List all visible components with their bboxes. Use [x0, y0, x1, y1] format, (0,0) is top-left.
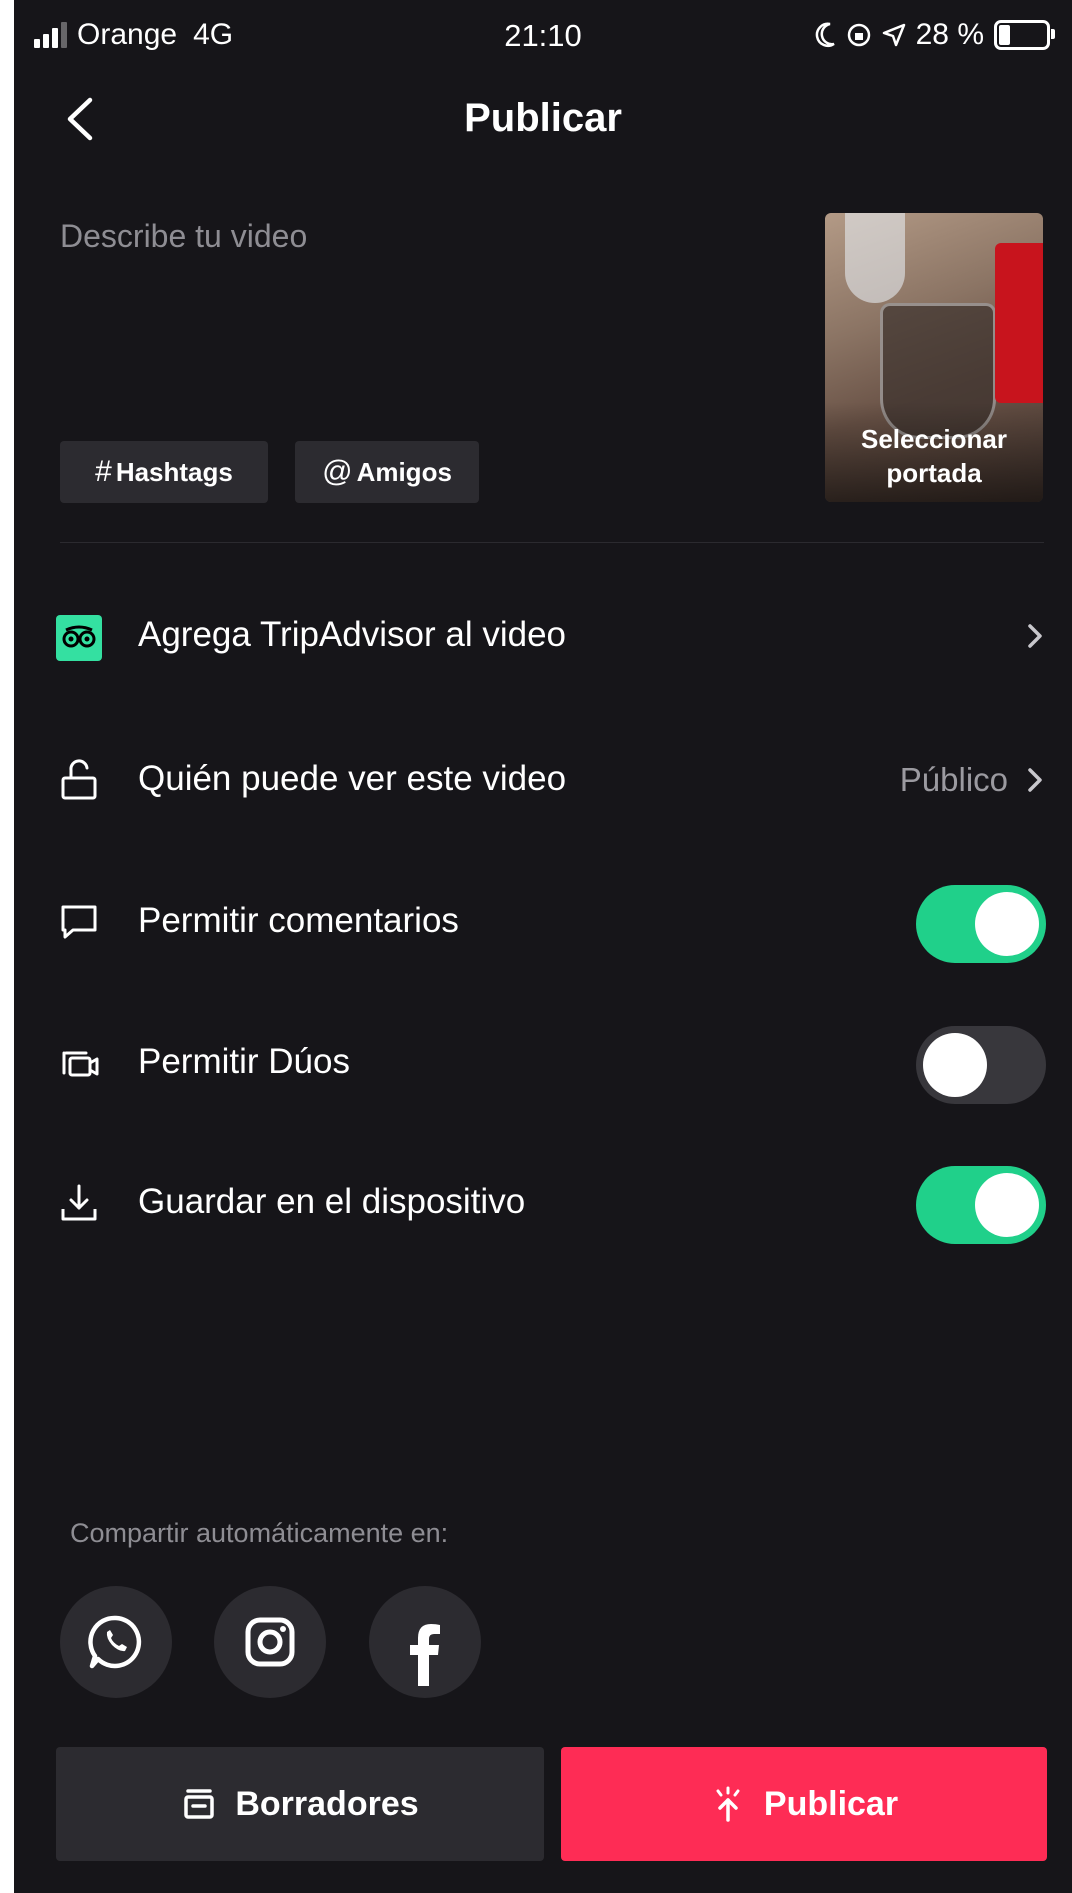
friends-button[interactable]: @ Amigos	[295, 441, 479, 503]
at-icon: @	[322, 455, 353, 488]
cover-selector[interactable]: Seleccionar portada	[825, 213, 1043, 502]
whatsapp-icon	[88, 1615, 142, 1669]
hashtags-button[interactable]: # Hashtags	[60, 441, 268, 503]
publish-label: Publicar	[763, 1784, 899, 1823]
instagram-share-button[interactable]	[214, 1586, 326, 1698]
header: Publicar	[14, 80, 1072, 160]
download-icon	[61, 1184, 97, 1221]
duets-toggle[interactable]	[916, 1026, 1046, 1104]
chevron-right-icon	[1028, 768, 1042, 792]
description-input[interactable]: Describe tu video	[60, 218, 307, 255]
toggle-knob	[923, 1033, 987, 1097]
save-toggle[interactable]	[916, 1166, 1046, 1244]
chevron-right-icon	[1028, 624, 1042, 648]
duet-icon	[62, 1051, 99, 1077]
privacy-label: Quién puede ver este video	[138, 759, 567, 798]
status-bar: Orange 4G 21:10 28 %	[14, 0, 1072, 80]
toggle-knob	[975, 892, 1039, 956]
duets-row: Permitir Dúos	[14, 1018, 1072, 1108]
battery-percent: 28 %	[915, 18, 984, 51]
phone-screen: Orange 4G 21:10 28 % Publicar Describe t…	[14, 0, 1072, 1893]
rotation-lock-icon	[847, 23, 870, 47]
privacy-value: Público	[899, 761, 1008, 798]
hashtag-icon: #	[95, 455, 112, 488]
moon-icon	[815, 22, 835, 48]
cover-label: Seleccionar portada	[861, 424, 1007, 488]
comments-row: Permitir comentarios	[14, 877, 1072, 967]
tripadvisor-label: Agrega TripAdvisor al video	[138, 615, 566, 654]
drafts-button[interactable]: Borradores	[56, 1747, 544, 1861]
screen: Orange 4G 21:10 28 % Publicar Describe t…	[0, 0, 1072, 1893]
privacy-row[interactable]: Quién puede ver este video Público	[14, 735, 1072, 825]
facebook-icon	[410, 1624, 440, 1686]
share-label: Compartir automáticamente en:	[70, 1518, 449, 1548]
location-icon	[882, 23, 905, 47]
save-label: Guardar en el dispositivo	[138, 1182, 526, 1221]
publish-button[interactable]: Publicar	[561, 1747, 1047, 1861]
lock-open-icon	[61, 759, 97, 800]
comment-icon	[61, 905, 97, 939]
battery-fill	[999, 25, 1011, 45]
comments-label: Permitir comentarios	[138, 901, 459, 940]
cover-image-glass	[845, 213, 905, 303]
cover-image-can	[995, 243, 1043, 403]
hashtags-label: Hashtags	[115, 456, 233, 487]
divider	[60, 542, 1044, 543]
toggle-knob	[975, 1173, 1039, 1237]
tripadvisor-row[interactable]: Agrega TripAdvisor al video	[14, 591, 1072, 681]
battery-icon	[994, 20, 1055, 50]
duets-label: Permitir Dúos	[138, 1042, 350, 1081]
comments-toggle[interactable]	[916, 885, 1046, 963]
drafts-label: Borradores	[235, 1784, 419, 1823]
facebook-share-button[interactable]	[369, 1586, 481, 1698]
tripadvisor-icon	[56, 615, 102, 661]
status-right: 28 %	[814, 18, 1055, 52]
page-title: Publicar	[464, 96, 622, 140]
publish-icon	[716, 1786, 740, 1822]
whatsapp-share-button[interactable]	[60, 1586, 172, 1698]
save-row: Guardar en el dispositivo	[14, 1158, 1072, 1248]
friends-label: Amigos	[356, 456, 452, 487]
drafts-icon	[184, 1789, 215, 1819]
instagram-icon	[245, 1617, 295, 1667]
